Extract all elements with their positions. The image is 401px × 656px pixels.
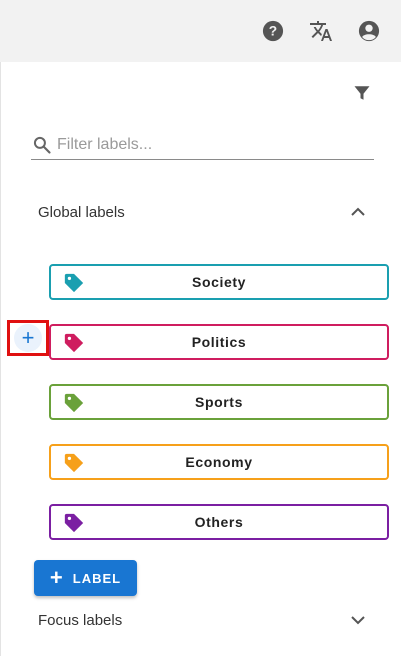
labels-panel: Global labels Society + Politics Sports … — [0, 62, 401, 656]
global-labels-header[interactable]: Global labels — [38, 200, 368, 224]
label-name: Others — [194, 514, 244, 530]
tag-icon — [64, 453, 84, 473]
chevron-down-icon[interactable] — [348, 610, 368, 630]
plus-icon[interactable]: + — [14, 324, 42, 352]
label-name: Society — [192, 274, 246, 290]
plus-icon: + — [49, 565, 63, 590]
label-item-others[interactable]: Others — [49, 504, 389, 540]
tag-icon — [64, 393, 84, 413]
translate-icon[interactable] — [309, 19, 333, 43]
svg-text:?: ? — [269, 24, 277, 39]
label-name: Sports — [195, 394, 243, 410]
add-label-to-politics[interactable]: + — [7, 320, 49, 356]
top-app-bar: ? — [0, 0, 401, 62]
label-name: Politics — [191, 334, 247, 350]
search-input[interactable] — [57, 135, 357, 154]
filter-icon[interactable] — [351, 82, 373, 104]
label-search[interactable] — [31, 130, 374, 160]
global-labels-title: Global labels — [38, 203, 125, 221]
label-name: Economy — [185, 454, 253, 470]
chevron-up-icon[interactable] — [348, 202, 368, 222]
tag-icon — [64, 333, 84, 353]
add-label-button-text: LABEL — [72, 570, 122, 586]
label-item-sports[interactable]: Sports — [49, 384, 389, 420]
tag-icon — [64, 513, 84, 533]
focus-labels-title: Focus labels — [38, 611, 123, 629]
add-label-button[interactable]: + LABEL — [34, 560, 137, 596]
help-icon[interactable]: ? — [261, 19, 285, 43]
search-icon — [31, 134, 53, 156]
focus-labels-header[interactable]: Focus labels — [38, 608, 368, 632]
label-item-politics[interactable]: Politics — [49, 324, 389, 360]
label-item-economy[interactable]: Economy — [49, 444, 389, 480]
tag-icon — [64, 273, 84, 293]
account-icon[interactable] — [357, 19, 381, 43]
label-item-society[interactable]: Society — [49, 264, 389, 300]
